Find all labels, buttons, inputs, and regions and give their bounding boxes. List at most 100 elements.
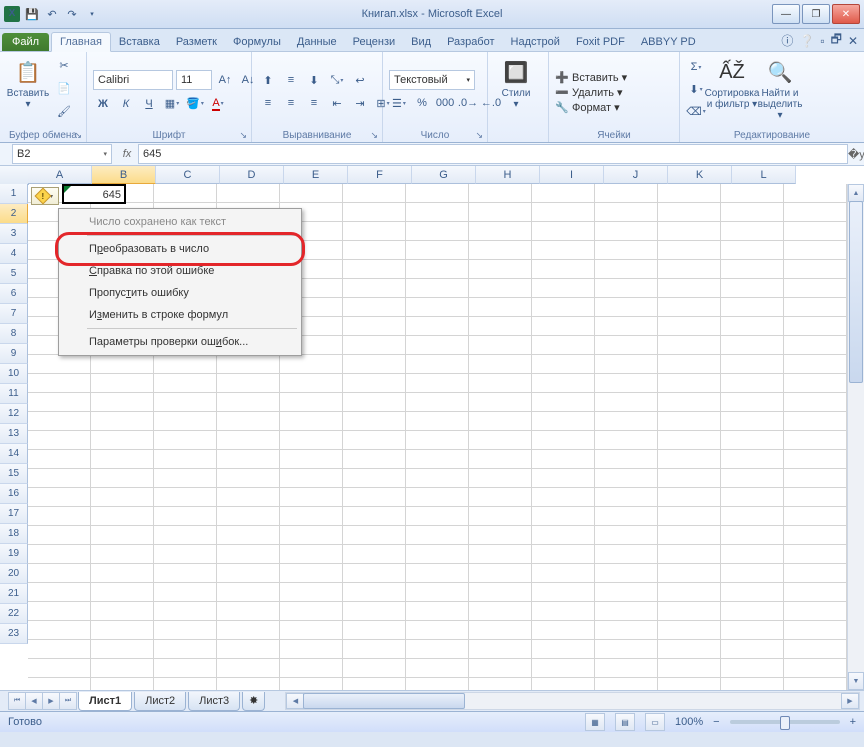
tab-layout[interactable]: Разметк [168,33,225,51]
dialog-launcher-icon[interactable]: ↘ [74,130,82,141]
sheet-tab-3[interactable]: Лист3 [188,692,240,711]
indent-dec-icon[interactable]: ⇤ [327,93,347,113]
align-top-icon[interactable]: ⬆ [258,70,278,90]
tab-foxit[interactable]: Foxit PDF [568,33,633,51]
font-name-select[interactable]: Calibri [93,70,173,90]
zoom-out-icon[interactable]: − [713,716,719,728]
scroll-down-icon[interactable]: ▼ [848,672,864,690]
page-layout-view-icon[interactable]: ▤ [615,713,635,731]
col-header-G[interactable]: G [412,166,476,184]
styles-button[interactable]: 🔲 Стили▾ [494,55,538,110]
row-header-16[interactable]: 16 [0,484,28,504]
align-bottom-icon[interactable]: ⬇ [304,70,324,90]
error-smart-tag[interactable]: !▾ [31,187,59,205]
col-header-I[interactable]: I [540,166,604,184]
row-header-22[interactable]: 22 [0,604,28,624]
align-right-icon[interactable]: ≡ [304,93,324,113]
ribbon-min-icon[interactable]: ▫ [820,34,824,48]
align-middle-icon[interactable]: ≡ [281,70,301,90]
row-header-5[interactable]: 5 [0,264,28,284]
row-header-4[interactable]: 4 [0,244,28,264]
indent-inc-icon[interactable]: ⇥ [350,93,370,113]
sort-filter-button[interactable]: ẤŽ Сортировка и фильтр ▾ [710,55,754,110]
row-header-2[interactable]: 2 [0,204,28,224]
undo-icon[interactable]: ↶ [44,6,60,22]
format-cells-button[interactable]: 🔧Формат ▾ [555,101,620,114]
menu-edit-formula-bar[interactable]: Изменить в строке формул [61,304,299,326]
dialog-launcher-icon[interactable]: ↘ [475,130,483,141]
row-header-20[interactable]: 20 [0,564,28,584]
dialog-launcher-icon[interactable]: ↘ [239,130,247,141]
tab-dev[interactable]: Разработ [439,33,502,51]
col-header-C[interactable]: C [156,166,220,184]
row-header-13[interactable]: 13 [0,424,28,444]
scroll-right-icon[interactable]: ▶ [841,693,859,709]
hscroll-thumb[interactable] [303,693,465,709]
bold-icon[interactable]: Ж [93,94,113,114]
tab-insert[interactable]: Вставка [111,33,168,51]
col-header-L[interactable]: L [732,166,796,184]
page-break-view-icon[interactable]: ▭ [645,713,665,731]
vertical-scrollbar[interactable]: ▲ ▼ [847,184,864,690]
find-select-button[interactable]: 🔍 Найти и выделить ▾ [758,55,802,121]
sheet-nav-prev-icon[interactable]: ◀ [25,692,43,710]
sheet-tab-2[interactable]: Лист2 [134,692,186,711]
row-header-14[interactable]: 14 [0,444,28,464]
font-color-icon[interactable]: A [208,94,228,114]
help-icon[interactable]: ❔ [799,34,814,48]
expand-formula-icon[interactable]: �yster [848,148,864,161]
restore-icon[interactable]: 🗗 [831,30,842,51]
close-doc-icon[interactable]: ✕ [848,34,858,48]
row-header-9[interactable]: 9 [0,344,28,364]
minimize-button[interactable]: — [772,4,800,24]
menu-ignore-error[interactable]: Пропустить ошибку [61,282,299,304]
new-sheet-button[interactable]: ✸ [242,692,265,711]
row-header-1[interactable]: 1 [0,184,28,204]
menu-help-error[interactable]: Справка по этой ошибке [61,260,299,282]
worksheet-grid[interactable]: ABCDEFGHIJKL 123456789101112131415161718… [0,166,864,690]
row-header-6[interactable]: 6 [0,284,28,304]
row-header-11[interactable]: 11 [0,384,28,404]
normal-view-icon[interactable]: ▦ [585,713,605,731]
scroll-up-icon[interactable]: ▲ [848,184,864,202]
row-header-7[interactable]: 7 [0,304,28,324]
row-header-10[interactable]: 10 [0,364,28,384]
clear-icon[interactable]: ⌫ [686,101,706,121]
selected-cell[interactable]: 645 [62,184,126,204]
number-format-select[interactable]: Текстовый▾ [389,70,475,90]
row-header-3[interactable]: 3 [0,224,28,244]
currency-icon[interactable]: ☰ [389,93,409,113]
menu-convert-to-number[interactable]: Преобразовать в число [61,238,299,260]
wrap-text-icon[interactable]: ↩ [350,70,370,90]
italic-icon[interactable]: К [116,94,136,114]
row-header-23[interactable]: 23 [0,624,28,644]
tab-data[interactable]: Данные [289,33,345,51]
scroll-thumb[interactable] [849,201,863,383]
underline-icon[interactable]: Ч [139,94,159,114]
tab-review[interactable]: Рецензи [345,33,404,51]
inc-decimal-icon[interactable]: .0→ [458,93,478,113]
col-header-H[interactable]: H [476,166,540,184]
col-header-K[interactable]: K [668,166,732,184]
maximize-button[interactable]: ❐ [802,4,830,24]
cut-icon[interactable]: ✂ [54,55,74,75]
name-box[interactable]: B2▾ [12,144,112,164]
tab-view[interactable]: Вид [403,33,439,51]
format-painter-icon[interactable]: 🖌 [54,101,74,121]
col-header-A[interactable]: A [28,166,92,184]
scroll-left-icon[interactable]: ◀ [286,693,304,709]
zoom-slider[interactable] [730,720,840,724]
zoom-level[interactable]: 100% [675,716,703,728]
close-button[interactable]: ✕ [832,4,860,24]
minimize-ribbon-icon[interactable]: ⓘ [781,32,793,49]
formula-input[interactable]: 645 [138,144,848,164]
comma-icon[interactable]: 000 [435,93,455,113]
zoom-in-icon[interactable]: + [850,716,856,728]
menu-error-options[interactable]: Параметры проверки ошибок... [61,331,299,353]
tab-abbyy[interactable]: ABBYY PD [633,33,704,51]
sheet-nav-next-icon[interactable]: ▶ [42,692,60,710]
delete-cells-button[interactable]: ➖Удалить ▾ [555,86,623,99]
dialog-launcher-icon[interactable]: ↘ [370,130,378,141]
save-icon[interactable]: 💾 [24,6,40,22]
row-header-15[interactable]: 15 [0,464,28,484]
